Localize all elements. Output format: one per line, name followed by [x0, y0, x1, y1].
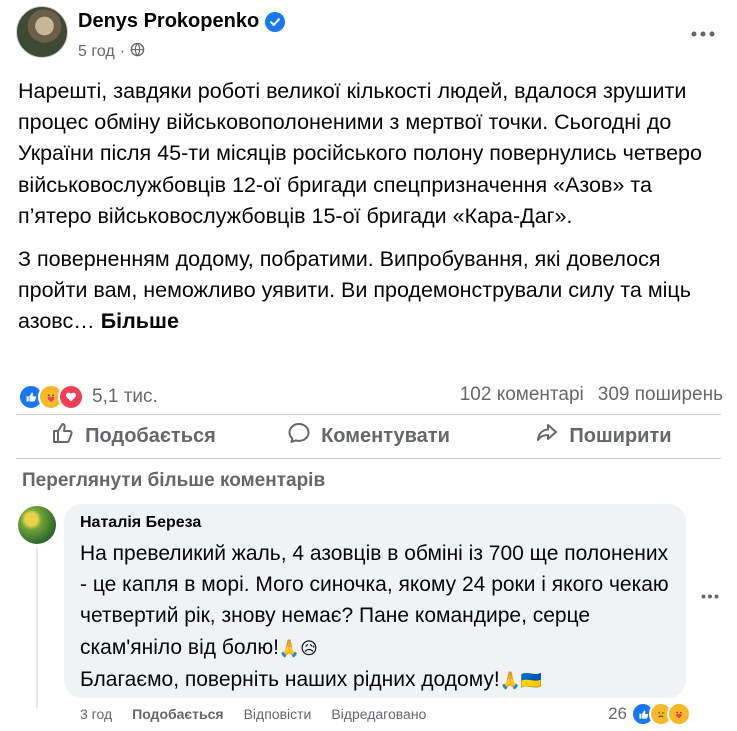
post-time[interactable]: 5 год	[78, 43, 115, 61]
shares-count[interactable]: 309 поширень	[598, 384, 723, 406]
comments-count[interactable]: 102 коментарі	[460, 384, 584, 406]
thread-line	[36, 548, 38, 708]
divider-bottom	[16, 458, 721, 459]
commenter-avatar[interactable]	[18, 506, 56, 544]
comment-reactions[interactable]: 26	[608, 702, 691, 726]
meta-dot: ·	[119, 43, 126, 60]
post-paragraph-2: З поверненням додому, побратими. Випробу…	[18, 244, 723, 338]
see-more-link[interactable]: Більше	[101, 309, 179, 333]
post-body: Нарешті, завдяки роботі великої кількост…	[18, 76, 723, 338]
verified-badge-icon	[265, 11, 286, 32]
share-button-label: Поширити	[569, 424, 672, 447]
comment-edited-label: Відредаговано	[331, 706, 427, 722]
stats-right: 102 коментарі 309 поширень	[460, 384, 723, 406]
comment-more-options-icon[interactable]	[694, 584, 726, 608]
comment-like-link[interactable]: Подобається	[132, 706, 223, 722]
post-header: Denys Prokopenko 5 год ·	[16, 6, 721, 66]
comment-reaction-count: 26	[608, 704, 627, 723]
post-actions: Подобається Коментувати Поширити	[16, 416, 721, 456]
share-button[interactable]: Поширити	[486, 416, 721, 456]
globe-icon	[130, 42, 145, 62]
comment-text: На превеликий жаль, 4 азовців в обміні і…	[80, 538, 680, 696]
author-line: Denys Prokopenko	[78, 10, 286, 33]
comment-footer: 3 год Подобається Відповісти Відредагова…	[80, 706, 426, 722]
comment-text-line2: Благаємо, поверніть наших рідних додому!	[80, 667, 500, 691]
love-reaction-icon	[58, 384, 84, 410]
commenter-name[interactable]: Наталія Береза	[80, 514, 201, 532]
view-more-comments-link[interactable]: Переглянути більше коментарів	[22, 470, 325, 492]
share-icon	[535, 421, 559, 451]
comment-care-reaction-icon	[667, 702, 691, 726]
like-button-label: Подобається	[85, 424, 216, 447]
post-stats: 5,1 тис. 102 коментарі 309 поширень	[18, 380, 723, 410]
reaction-count: 5,1 тис.	[92, 386, 158, 407]
comment-bubble: Наталія Береза На превеликий жаль, 4 азо…	[64, 504, 686, 698]
author-avatar[interactable]	[16, 6, 68, 58]
comment-button-label: Коментувати	[321, 424, 450, 447]
thumbs-up-icon	[51, 421, 75, 451]
comment-emoji-2: 🙏🇺🇦	[499, 670, 543, 690]
comment-button[interactable]: Коментувати	[251, 416, 486, 456]
post-paragraph-1: Нарешті, завдяки роботі великої кількост…	[18, 79, 702, 228]
post-meta: 5 год ·	[78, 42, 145, 62]
comment-text-main: На превеликий жаль, 4 азовців в обміні і…	[80, 542, 669, 659]
comment-time[interactable]: 3 год	[80, 706, 112, 722]
author-name[interactable]: Denys Prokopenko	[78, 10, 259, 33]
comment-icon	[287, 421, 311, 451]
comment-emoji-1: 🙏😥	[278, 638, 318, 658]
like-button[interactable]: Подобається	[16, 416, 251, 456]
comment-reply-link[interactable]: Відповісти	[244, 706, 312, 722]
divider-top	[16, 414, 721, 415]
more-options-icon[interactable]	[685, 16, 721, 52]
reactions-summary[interactable]: 5,1 тис.	[18, 384, 158, 410]
